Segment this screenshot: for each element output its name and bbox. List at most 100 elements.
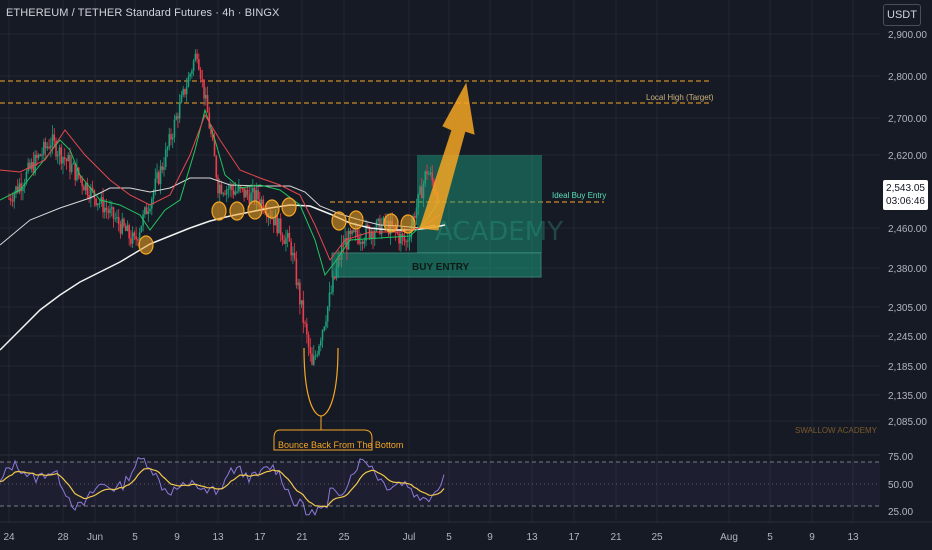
time-axis[interactable]: 24 28 Jun 5 9 13 17 21 25 Jul 5 9 13 17 21 25 Aug 5 9 13: [3, 532, 859, 543]
support-touch-circle: [281, 197, 297, 217]
candle-body: [110, 207, 113, 209]
price-tick-label: 2,245.00: [888, 332, 927, 343]
candle-body: [400, 233, 402, 244]
candle-body: [164, 149, 167, 167]
candle-body: [253, 187, 256, 202]
candle-body: [177, 116, 179, 119]
candle-body: [344, 238, 346, 246]
candle-body: [358, 236, 360, 244]
candle-body: [354, 230, 357, 233]
candle-body: [220, 184, 223, 194]
candle-body: [128, 225, 130, 239]
candle-body: [117, 217, 120, 225]
candle-body: [8, 198, 10, 200]
candle-body: [215, 156, 218, 178]
support-touch-circle: [331, 211, 347, 231]
candle-body: [316, 354, 319, 356]
candle-body: [149, 208, 151, 212]
candle-body: [84, 183, 87, 191]
candle-body: [46, 146, 49, 149]
candle-body: [311, 353, 313, 365]
candle-body: [330, 292, 333, 294]
candle-body: [360, 241, 362, 244]
time-tick-label: 28: [57, 532, 69, 543]
candle-body: [159, 166, 162, 185]
price-tick-label: 2,135.00: [888, 391, 927, 402]
candle-body: [304, 322, 306, 324]
price-tick-label: 2,700.00: [888, 114, 927, 125]
current-price-label: 2,543.05 03:06:46: [883, 180, 928, 210]
candle-body: [58, 147, 61, 155]
price-axis[interactable]: 2,900.00 2,800.00 2,700.00 2,620.00 2,460.00…: [888, 30, 927, 428]
candle-body: [285, 237, 287, 244]
time-tick-label: 9: [174, 532, 180, 543]
candle-body: [292, 252, 294, 256]
candle-body: [187, 76, 190, 87]
candle-body: [173, 119, 176, 138]
candle-body: [213, 139, 216, 157]
time-tick-label: Jul: [403, 532, 416, 543]
currency-button[interactable]: USDT: [883, 4, 921, 26]
candle-body: [109, 208, 111, 214]
candle-body: [407, 240, 409, 242]
rsi-panel: [0, 454, 880, 516]
candle-body: [429, 172, 432, 174]
candle-body: [191, 70, 193, 74]
time-tick-label: 9: [809, 532, 815, 543]
candle-body: [353, 230, 355, 233]
candle-body: [333, 276, 336, 279]
candle-body: [83, 186, 85, 191]
buy-entry-label: BUY ENTRY: [412, 262, 470, 273]
candle-body: [293, 252, 296, 259]
candle-body: [27, 162, 29, 172]
candle-body: [319, 340, 322, 346]
candle-body: [201, 78, 204, 80]
candle-body: [222, 193, 225, 195]
candle-body: [414, 216, 416, 219]
candle-body: [67, 154, 70, 162]
candle-body: [124, 226, 127, 231]
candle-body: [145, 207, 148, 215]
candle-body: [185, 86, 188, 95]
candle-body: [194, 53, 197, 61]
candle-body: [123, 218, 125, 227]
candle-body: [203, 79, 205, 99]
candle-body: [175, 116, 177, 120]
candle-body: [246, 190, 249, 195]
candle-body: [323, 326, 326, 331]
candle-body: [349, 230, 352, 234]
candle-body: [98, 203, 101, 205]
support-touch-circle: [229, 201, 245, 221]
candle-body: [337, 258, 339, 269]
candle-body: [225, 189, 228, 195]
candle-body: [199, 69, 202, 79]
candle-body: [44, 141, 47, 149]
candle-body: [325, 321, 327, 327]
candle-body: [41, 154, 43, 156]
candle-body: [50, 145, 52, 149]
candle-body: [227, 189, 230, 191]
candle-body: [137, 239, 139, 241]
candle-body: [154, 178, 157, 192]
candle-body: [281, 235, 284, 241]
candle-body: [198, 59, 200, 70]
time-tick-label: 5: [446, 532, 452, 543]
candle-body: [161, 166, 164, 170]
candle-body: [419, 186, 421, 195]
candle-body: [166, 147, 169, 150]
bottom-callout-text: Bounce Back From The Bottom: [278, 440, 403, 450]
candle-body: [297, 282, 299, 286]
candle-body: [39, 154, 42, 156]
candle-body: [196, 53, 198, 60]
time-tick-label: Jun: [87, 532, 103, 543]
price-tick-label: 2,800.00: [888, 72, 927, 83]
candle-body: [131, 232, 134, 244]
time-tick-label: 25: [651, 532, 663, 543]
candle-body: [170, 134, 172, 140]
time-tick-label: 9: [487, 532, 493, 543]
time-tick-label: 21: [610, 532, 622, 543]
candle-body: [234, 191, 237, 195]
price-chart[interactable]: ACADEMY Bounce Back From The Bottom Loca…: [0, 0, 932, 550]
price-tick-label: 2,185.00: [888, 362, 927, 373]
support-touch-circle: [383, 213, 399, 233]
